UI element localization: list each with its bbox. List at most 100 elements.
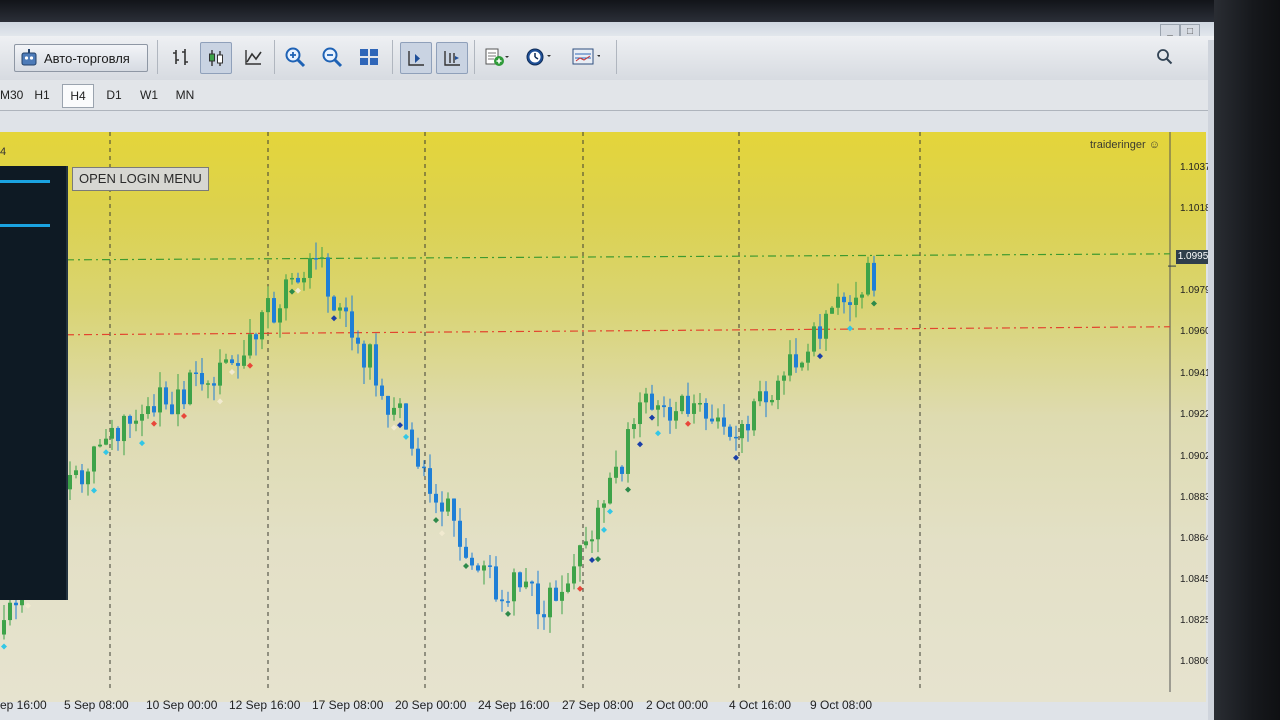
candle-body bbox=[770, 399, 774, 403]
candle-body bbox=[170, 404, 174, 415]
candle-body bbox=[242, 355, 246, 366]
signal-marker bbox=[229, 368, 235, 375]
candle-body bbox=[692, 403, 696, 414]
signal-marker bbox=[463, 562, 469, 569]
autotrade-button[interactable]: Авто-торговля bbox=[14, 44, 148, 72]
candle-body bbox=[512, 572, 516, 602]
signal-marker bbox=[151, 420, 157, 427]
signal-marker bbox=[733, 454, 739, 461]
candle-body bbox=[596, 507, 600, 540]
candle-body bbox=[92, 446, 96, 472]
candle-body bbox=[98, 444, 102, 447]
timeframe-mn[interactable]: MN bbox=[170, 84, 200, 106]
signal-marker bbox=[607, 508, 613, 515]
open-login-menu-button[interactable]: OPEN LOGIN MENU bbox=[72, 167, 209, 191]
candle-body bbox=[362, 343, 366, 368]
chart-shift-button[interactable] bbox=[400, 42, 432, 74]
candle-body bbox=[638, 402, 642, 425]
templates-button[interactable] bbox=[570, 42, 600, 72]
candle-body bbox=[674, 411, 678, 421]
candle-body bbox=[506, 601, 510, 603]
window-scrollbar[interactable] bbox=[1208, 40, 1214, 720]
candle-body bbox=[110, 427, 114, 439]
signal-marker bbox=[505, 610, 511, 617]
candle-body bbox=[632, 424, 636, 430]
candle-body bbox=[296, 277, 300, 283]
zoom-in-button[interactable] bbox=[280, 42, 310, 72]
zoom-out-icon bbox=[322, 47, 343, 68]
candle-body bbox=[734, 436, 738, 439]
candle-body bbox=[794, 354, 798, 368]
candle-body bbox=[320, 257, 324, 259]
candle-body bbox=[746, 424, 750, 431]
timeframe-d1[interactable]: D1 bbox=[100, 84, 128, 106]
candle-body bbox=[398, 403, 402, 408]
tile-windows-button[interactable] bbox=[354, 42, 384, 72]
candle-body bbox=[650, 393, 654, 410]
chart-corner-label: 4 bbox=[0, 146, 7, 158]
time-label: 10 Sep 00:00 bbox=[146, 698, 218, 712]
candle-body bbox=[422, 466, 426, 469]
candle-body bbox=[518, 572, 522, 588]
candle-body bbox=[290, 277, 294, 280]
candle-body bbox=[260, 312, 264, 340]
price-tick: 1.0825 bbox=[1180, 615, 1211, 626]
signal-marker bbox=[397, 422, 403, 429]
candle-body bbox=[68, 475, 72, 490]
candle-body bbox=[452, 498, 456, 521]
candle-body bbox=[584, 541, 588, 546]
candle-body bbox=[86, 471, 90, 485]
candle-body bbox=[14, 602, 18, 606]
candle-body bbox=[620, 466, 624, 474]
signal-marker bbox=[439, 530, 445, 537]
candle-body bbox=[530, 581, 534, 584]
candle-body bbox=[860, 294, 864, 298]
signal-marker bbox=[655, 430, 661, 437]
time-label: 4 Oct 16:00 bbox=[729, 698, 792, 712]
candle-body bbox=[614, 466, 618, 478]
timeframe-m30[interactable]: M30 bbox=[0, 84, 23, 106]
candle-body bbox=[566, 583, 570, 592]
candle-body bbox=[194, 372, 198, 375]
autotrade-label: Авто-торговля bbox=[44, 50, 130, 66]
signal-marker bbox=[139, 440, 145, 447]
candle-body bbox=[134, 420, 138, 424]
autoscroll-icon bbox=[444, 51, 460, 66]
periods-button[interactable] bbox=[525, 42, 555, 72]
line-chart-icon bbox=[245, 50, 262, 65]
indicators-button[interactable] bbox=[482, 42, 512, 72]
candle-body bbox=[212, 383, 216, 386]
candle-body bbox=[572, 566, 576, 584]
tile-windows-icon bbox=[360, 49, 378, 65]
timeframe-h1[interactable]: H1 bbox=[28, 84, 56, 106]
timeframe-w1[interactable]: W1 bbox=[134, 84, 164, 106]
candle-body bbox=[104, 438, 108, 445]
candle-body bbox=[662, 405, 666, 408]
search-icon[interactable] bbox=[1156, 48, 1174, 71]
candle-body bbox=[224, 359, 228, 363]
autoscroll-button[interactable] bbox=[436, 42, 468, 74]
candle-body bbox=[590, 539, 594, 542]
toolbar-separator bbox=[474, 40, 475, 74]
candle-body bbox=[698, 402, 702, 405]
zoom-out-button[interactable] bbox=[317, 42, 347, 72]
line-chart-button[interactable] bbox=[238, 42, 268, 72]
candle-body bbox=[344, 307, 348, 312]
bar-chart-button[interactable] bbox=[166, 42, 196, 72]
signal-marker bbox=[601, 526, 607, 533]
candlestick-button[interactable] bbox=[200, 42, 232, 74]
candle-body bbox=[752, 401, 756, 431]
candle-body bbox=[560, 591, 564, 601]
price-chart[interactable] bbox=[0, 132, 1206, 702]
candle-body bbox=[218, 362, 222, 386]
candle-body bbox=[188, 372, 192, 405]
candle-body bbox=[872, 262, 876, 291]
candle-body bbox=[854, 297, 858, 305]
signal-marker bbox=[247, 362, 253, 369]
candle-body bbox=[542, 614, 546, 618]
candle-body bbox=[704, 402, 708, 419]
candle-body bbox=[782, 375, 786, 381]
candle-body bbox=[722, 417, 726, 427]
candle-body bbox=[806, 351, 810, 363]
timeframe-h4[interactable]: H4 bbox=[62, 84, 94, 108]
